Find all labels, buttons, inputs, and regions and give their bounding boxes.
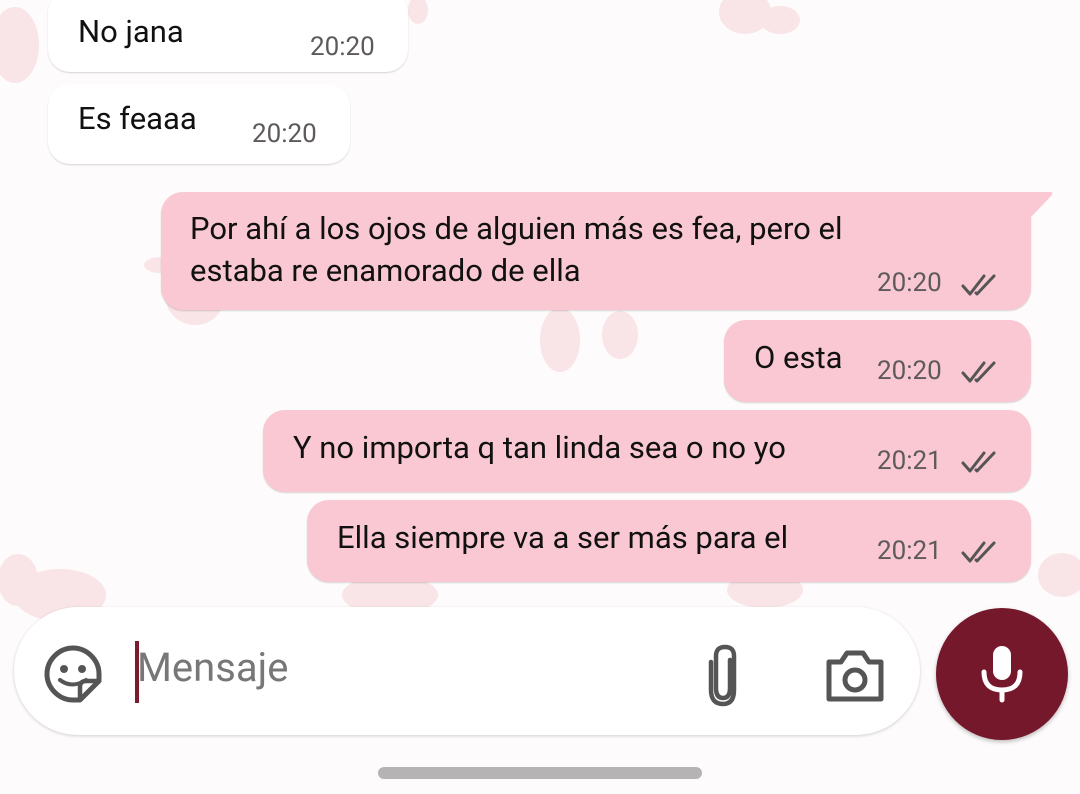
- sticker-icon[interactable]: [42, 643, 104, 705]
- message-timestamp: 20:21: [877, 446, 942, 476]
- message-timestamp: 20:20: [877, 268, 942, 298]
- message-timestamp: 20:20: [877, 356, 942, 386]
- message-timestamp: 20:21: [877, 536, 942, 566]
- message-timestamp: 20:20: [252, 119, 317, 149]
- read-double-check-icon: [961, 541, 996, 563]
- gesture-navigation-bar[interactable]: [378, 767, 702, 779]
- camera-icon[interactable]: [823, 646, 887, 704]
- message-text: No jana: [78, 13, 184, 50]
- message-text: O esta: [754, 339, 843, 376]
- read-double-check-icon: [961, 361, 996, 383]
- message-timestamp: 20:20: [310, 32, 375, 62]
- message-text-line: Por ahí a los ojos de alguien más es fea…: [190, 210, 843, 247]
- message-text-line: estaba re enamorado de ella: [190, 252, 581, 289]
- bubble-tail: [1020, 192, 1053, 216]
- mic-icon: [981, 646, 1023, 703]
- message-text: Ella siempre va a ser más para el: [337, 519, 789, 556]
- read-double-check-icon: [961, 274, 996, 296]
- message-text: Y no importa q tan linda sea o no yo: [293, 429, 786, 466]
- read-double-check-icon: [961, 451, 996, 473]
- message-text: Es feaaa: [78, 100, 197, 137]
- attach-icon[interactable]: [704, 642, 744, 708]
- message-input[interactable]: Mensaje: [137, 644, 288, 691]
